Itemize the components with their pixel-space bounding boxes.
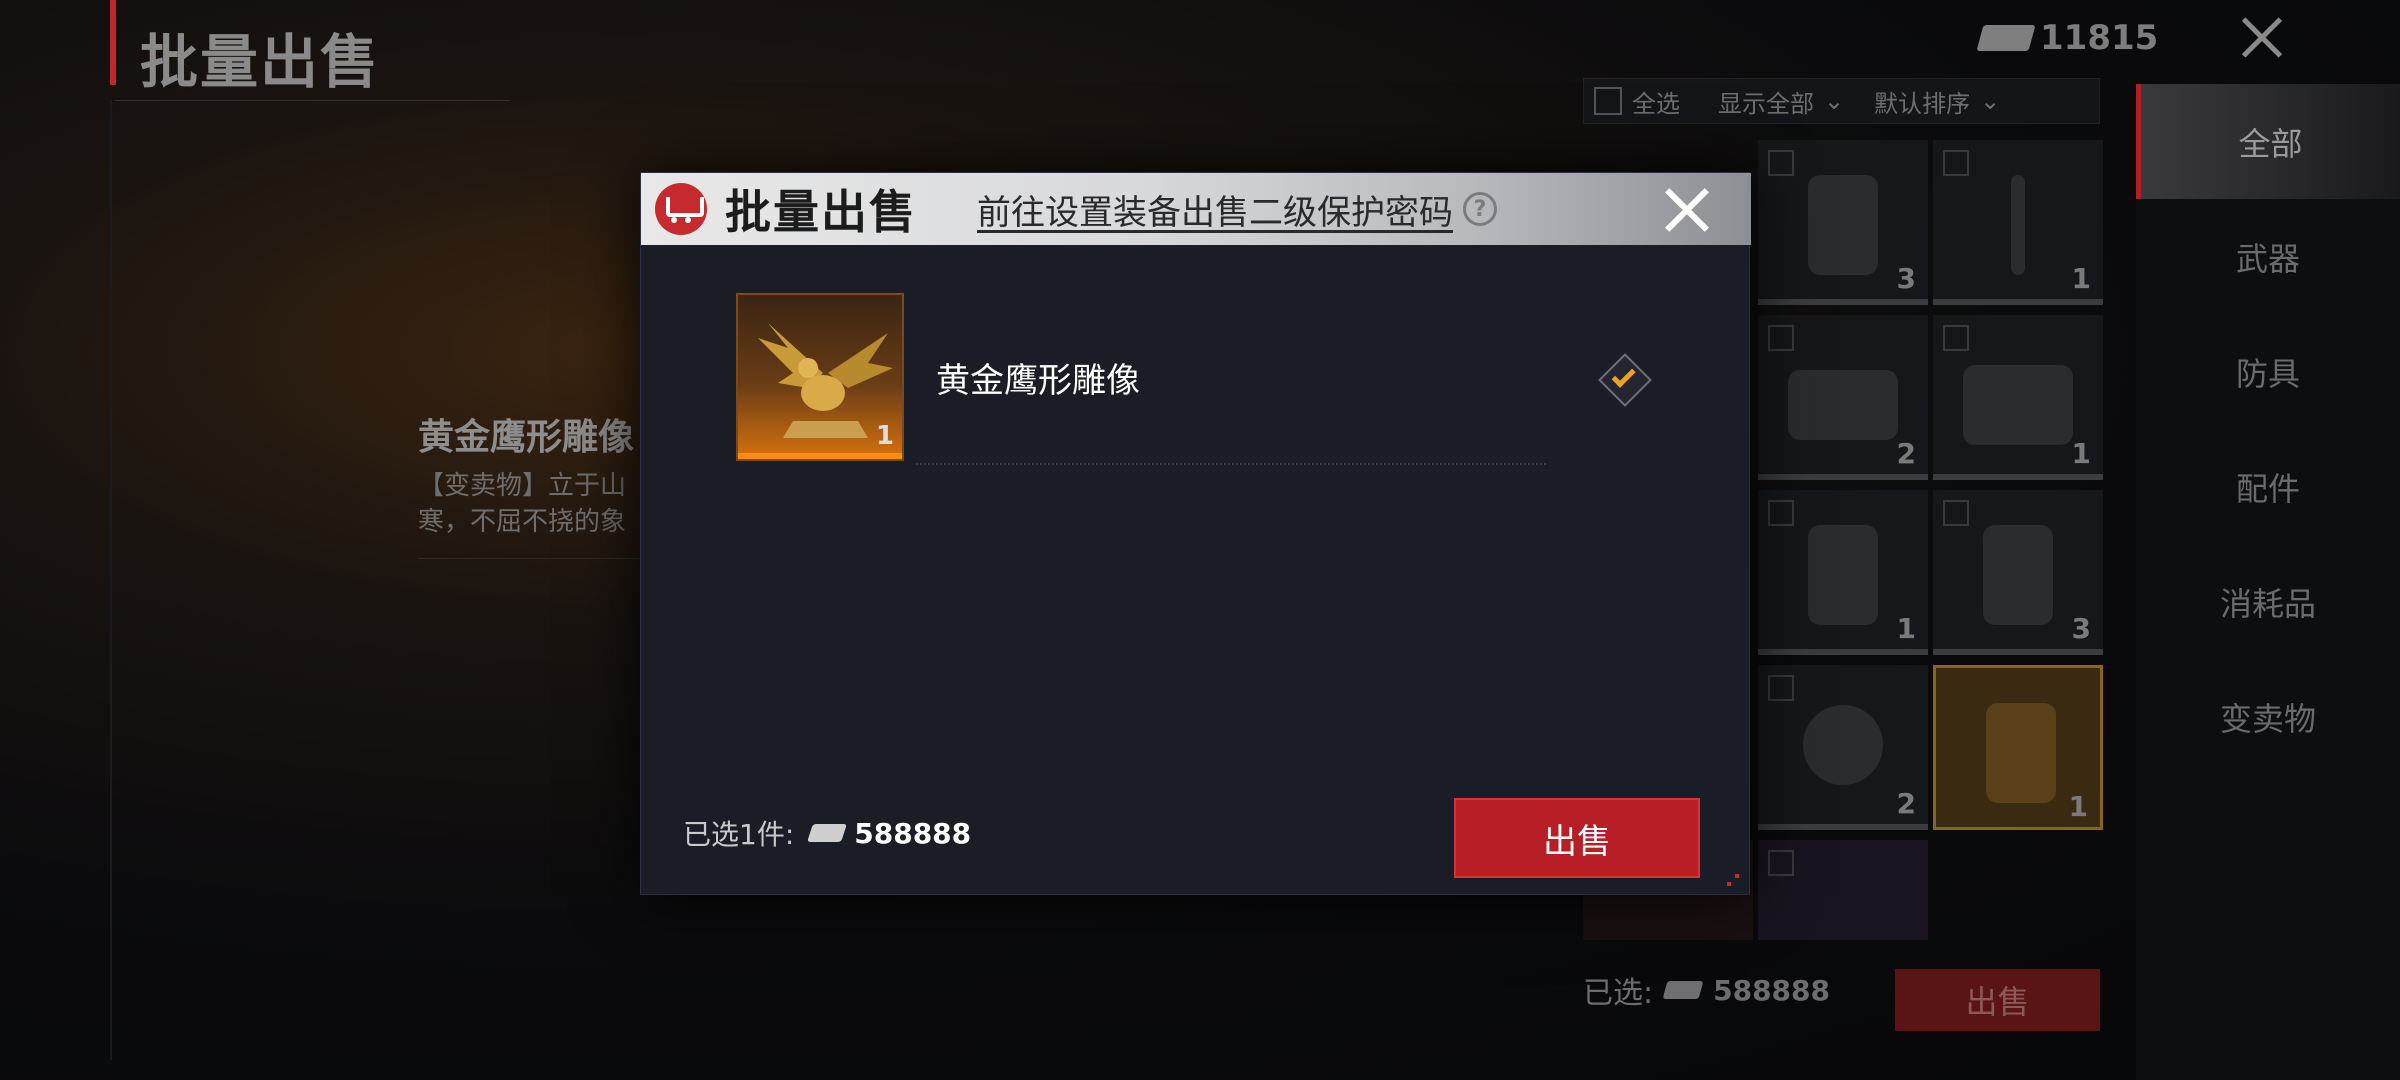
sell-button[interactable]: 出售	[1454, 798, 1700, 878]
category-all[interactable]: 全部	[2136, 84, 2400, 199]
header-divider	[115, 100, 510, 101]
shopping-cart-icon	[655, 183, 707, 235]
close-icon[interactable]	[2236, 12, 2286, 62]
inventory-cell-selected[interactable]: 1	[1933, 665, 2103, 830]
category-weapons[interactable]: 武器	[2136, 199, 2400, 314]
close-icon[interactable]	[1659, 183, 1713, 237]
rarity-bar	[738, 453, 902, 459]
cash-icon	[807, 824, 848, 842]
category-attachments[interactable]: 配件	[2136, 429, 2400, 544]
sort-filter[interactable]: 默认排序	[1874, 84, 1970, 119]
item-thumbnail: 1	[736, 293, 904, 461]
item-quantity: 1	[875, 421, 894, 451]
dialog-header: 批量出售 前往设置装备出售二级保护密码 ?	[641, 173, 1751, 245]
currency-display: 11815	[1976, 18, 2159, 58]
batch-sell-dialog: 批量出售 前往设置装备出售二级保护密码 ? 1 黄金鹰形雕像 已选1件: 588…	[640, 172, 1751, 895]
inventory-cell[interactable]: 1	[1933, 140, 2103, 305]
item-image	[1963, 365, 2073, 445]
category-armor[interactable]: 防具	[2136, 314, 2400, 429]
cell-checkbox[interactable]	[1943, 150, 1969, 176]
item-count: 1	[2071, 437, 2091, 470]
item-image	[1788, 370, 1898, 440]
item-image	[1983, 525, 2053, 625]
inventory-cell[interactable]: 2	[1758, 665, 1928, 830]
sell-item-row[interactable]: 1 黄金鹰形雕像	[736, 293, 1652, 463]
item-count: 3	[2071, 612, 2091, 645]
selected-total-amount: 588888	[854, 816, 972, 850]
bg-selected-amount: 588888	[1713, 973, 1831, 1007]
set-password-link[interactable]: 前往设置装备出售二级保护密码	[977, 185, 1453, 234]
item-count: 3	[1896, 262, 1916, 295]
inventory-cell[interactable]: 3	[1758, 140, 1928, 305]
cell-checkbox[interactable]	[1768, 500, 1794, 526]
item-name: 黄金鹰形雕像	[936, 361, 1140, 401]
cash-icon	[1976, 25, 2036, 51]
detail-item-name: 黄金鹰形雕像	[418, 417, 635, 458]
cell-checkbox[interactable]	[1768, 675, 1794, 701]
item-count: 2	[1896, 787, 1916, 820]
inventory-cell[interactable]	[1758, 840, 1928, 940]
help-icon[interactable]: ?	[1463, 192, 1497, 226]
checkmark-icon	[1611, 363, 1636, 388]
currency-amount: 11815	[2040, 18, 2159, 58]
item-image	[1803, 705, 1883, 785]
dialog-title: 批量出售	[725, 185, 917, 239]
select-all-checkbox[interactable]	[1594, 87, 1622, 115]
category-sidebar: 全部 武器 防具 配件 消耗品 变卖物	[2136, 84, 2400, 1080]
filter-bar: 全选 显示全部 ⌄ 默认排序 ⌄	[1583, 78, 2100, 124]
item-image	[1808, 175, 1878, 275]
bg-selected-label: 已选:	[1583, 976, 1654, 1011]
game-screen: 批量出售 黄金鹰形雕像 【变卖物】立于山 寒，不屈不挠的象 11815 全选 显…	[0, 0, 2400, 1080]
display-filter[interactable]: 显示全部	[1718, 84, 1814, 119]
bg-selected-summary: 已选: 588888	[1583, 968, 1830, 1012]
category-sellables[interactable]: 变卖物	[2136, 659, 2400, 774]
item-count: 1	[2071, 262, 2091, 295]
corner-decoration	[1727, 874, 1739, 886]
item-image	[1808, 525, 1878, 625]
inventory-cell[interactable]: 2	[1758, 315, 1928, 480]
cell-checkbox[interactable]	[1768, 325, 1794, 351]
inventory-cell[interactable]: 1	[1933, 315, 2103, 480]
cash-icon	[1662, 981, 1704, 999]
cell-checkbox[interactable]	[1768, 150, 1794, 176]
detail-item-desc: 【变卖物】立于山 寒，不屈不挠的象	[418, 471, 627, 537]
item-count: 2	[1896, 437, 1916, 470]
item-image	[1986, 703, 2056, 803]
chevron-down-icon[interactable]: ⌄	[1824, 87, 1844, 115]
cell-checkbox[interactable]	[1943, 325, 1969, 351]
page-header: 批量出售	[110, 0, 530, 100]
item-image	[2011, 175, 2025, 275]
cell-checkbox[interactable]	[1943, 500, 1969, 526]
selected-count-label: 已选1件:	[683, 818, 795, 851]
row-divider	[916, 463, 1546, 465]
inventory-cell[interactable]: 3	[1933, 490, 2103, 655]
item-count: 1	[1896, 612, 1916, 645]
chevron-down-icon[interactable]: ⌄	[1980, 87, 2000, 115]
cell-checkbox[interactable]	[1768, 850, 1794, 876]
header-accent	[110, 0, 116, 85]
bg-sell-button[interactable]: 出售	[1895, 969, 2100, 1031]
item-count: 1	[2068, 790, 2088, 823]
select-all-label[interactable]: 全选	[1632, 84, 1680, 119]
page-title: 批量出售	[140, 28, 381, 96]
inventory-cell[interactable]: 1	[1758, 490, 1928, 655]
left-frame-line	[110, 100, 112, 1060]
category-consumables[interactable]: 消耗品	[2136, 544, 2400, 659]
selected-summary: 已选1件: 588888	[683, 813, 971, 853]
item-checkbox[interactable]	[1598, 353, 1652, 407]
